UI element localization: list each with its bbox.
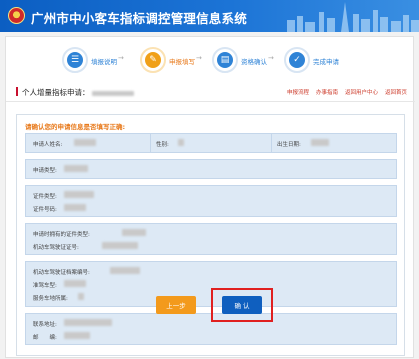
applicant-name-label: 申请人姓名: bbox=[33, 142, 63, 148]
section-marker bbox=[16, 87, 18, 96]
arrow-icon: → bbox=[196, 54, 202, 62]
birth-date-label: 出生日期: bbox=[277, 142, 301, 148]
redacted-value bbox=[110, 267, 140, 274]
redacted-value bbox=[64, 191, 94, 198]
address-label: 联系地址: bbox=[33, 322, 57, 328]
redacted-value bbox=[64, 204, 86, 211]
id-card-icon: ▤ bbox=[217, 52, 233, 68]
city-skyline-icon bbox=[287, 2, 419, 32]
redacted-value bbox=[311, 139, 329, 146]
form-row-license: 申请时拥有的证件类型: 机动车驾驶证证号: bbox=[25, 223, 397, 255]
redacted-value bbox=[74, 139, 96, 146]
document-check-icon: ✓ bbox=[289, 52, 305, 68]
license-class-label: 准驾车型: bbox=[33, 283, 57, 289]
redacted-value bbox=[122, 229, 146, 236]
step-label: 填报说明 bbox=[91, 58, 117, 66]
form-row-apply-type: 申请类型: bbox=[25, 159, 397, 179]
link-process[interactable]: 申报流程 bbox=[287, 88, 309, 96]
link-guide[interactable]: 办事指南 bbox=[316, 88, 338, 96]
id-type-label: 证件类型: bbox=[33, 194, 57, 200]
vehicle-license-label: 机动车驾驶证档案编号: bbox=[33, 270, 90, 276]
gender-label: 性别: bbox=[156, 142, 169, 148]
app-title: 广州市中小客车指标调控管理信息系统 bbox=[31, 11, 247, 26]
notice-text: 请确认您的申请信息是否填写正确: bbox=[25, 123, 126, 131]
form-row-basic: 申请人姓名: 性别: 出生日期: bbox=[25, 133, 397, 153]
redacted-value bbox=[64, 332, 90, 339]
link-user-center[interactable]: 返回用户中心 bbox=[345, 88, 378, 96]
progress-steps: ☰ 填报说明 → ✎ 申报填写 → ▤ 资格确认 → ✓ 完成申请 bbox=[62, 47, 362, 73]
redacted-value bbox=[178, 139, 184, 146]
redacted-value bbox=[64, 319, 112, 326]
driver-license-label: 机动车驾驶证证号: bbox=[33, 245, 79, 251]
arrow-icon: → bbox=[268, 54, 274, 62]
confirm-button[interactable]: 确 认 bbox=[222, 296, 262, 314]
redacted-value bbox=[91, 90, 134, 96]
step-label: 资格确认 bbox=[241, 58, 267, 66]
service-area-label: 服务车地所属: bbox=[33, 296, 68, 302]
app-id-type-label: 申请时拥有的证件类型: bbox=[33, 232, 90, 238]
link-home[interactable]: 返回首页 bbox=[385, 88, 407, 96]
apply-type-label: 申请类型: bbox=[33, 168, 57, 174]
arrow-icon: → bbox=[118, 54, 124, 62]
section-bar: 个人增量指标申请： 申报流程 办事指南 返回用户中心 返回首页 bbox=[16, 85, 407, 99]
id-number-label: 证件号码: bbox=[33, 207, 57, 213]
top-links: 申报流程 办事指南 返回用户中心 返回首页 bbox=[287, 88, 407, 96]
document-list-icon: ☰ bbox=[67, 52, 83, 68]
app-header: 广州市中小客车指标调控管理信息系统 bbox=[0, 0, 419, 32]
postcode-label: 邮 编: bbox=[33, 335, 57, 341]
form-row-id: 证件类型: 证件号码: bbox=[25, 185, 397, 217]
redacted-value bbox=[78, 293, 84, 300]
page-title: 个人增量指标申请： bbox=[22, 87, 134, 98]
divider bbox=[6, 101, 415, 102]
redacted-value bbox=[102, 242, 138, 249]
edit-icon: ✎ bbox=[145, 52, 161, 68]
logo-icon bbox=[8, 7, 25, 24]
redacted-value bbox=[64, 165, 88, 172]
step-label: 申报填写 bbox=[169, 58, 195, 66]
main-card: ☰ 填报说明 → ✎ 申报填写 → ▤ 资格确认 → ✓ 完成申请 个人增量指标… bbox=[5, 36, 415, 358]
prev-button[interactable]: 上一步 bbox=[156, 296, 196, 314]
step-label: 完成申请 bbox=[313, 58, 339, 66]
redacted-value bbox=[64, 280, 86, 287]
